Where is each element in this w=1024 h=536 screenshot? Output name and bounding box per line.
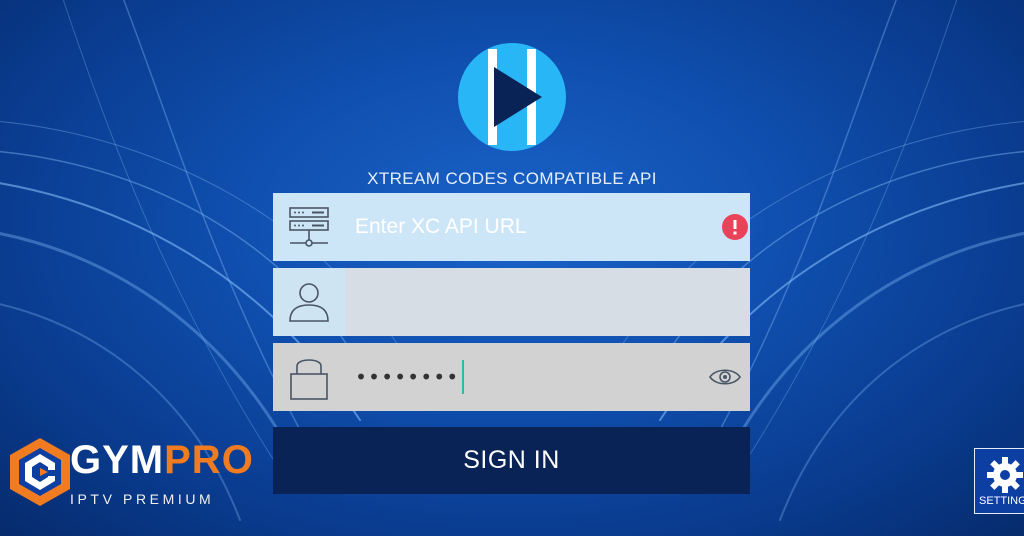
username-field <box>273 268 750 336</box>
sign-in-button[interactable]: SIGN IN <box>273 427 750 494</box>
brand-name-pro: PRO <box>164 438 254 482</box>
password-field: •••••••• <box>273 343 750 411</box>
username-input[interactable] <box>345 268 750 336</box>
api-url-input[interactable] <box>345 193 722 261</box>
brand-name: GYMPRO <box>70 440 254 480</box>
play-logo-icon <box>458 43 566 151</box>
api-url-field <box>273 193 750 261</box>
brand-logo: GYMPRO IPTV PREMIUM <box>8 436 253 516</box>
password-masked-value: •••••••• <box>355 365 460 389</box>
text-caret <box>462 360 465 394</box>
password-input[interactable]: •••••••• <box>345 343 708 411</box>
user-icon-box <box>273 268 345 336</box>
lock-icon <box>290 359 328 400</box>
api-title: XTREAM CODES COMPATIBLE API <box>367 169 657 188</box>
error-icon <box>722 214 748 240</box>
brand-name-gym: GYM <box>70 438 165 482</box>
server-icon <box>289 207 329 247</box>
gear-icon <box>987 457 1023 493</box>
server-icon-box <box>273 193 345 261</box>
login-screen: XTREAM CODES COMPATIBLE API Enter XC API… <box>0 0 1024 536</box>
brand-tagline: IPTV PREMIUM <box>70 491 215 507</box>
brand-hexagon-icon <box>10 438 70 506</box>
user-icon <box>289 283 329 322</box>
settings-label: SETTINGS <box>979 495 1024 507</box>
eye-icon[interactable] <box>708 366 742 388</box>
settings-button[interactable]: SETTINGS <box>974 448 1024 514</box>
lock-icon-box <box>273 343 345 411</box>
